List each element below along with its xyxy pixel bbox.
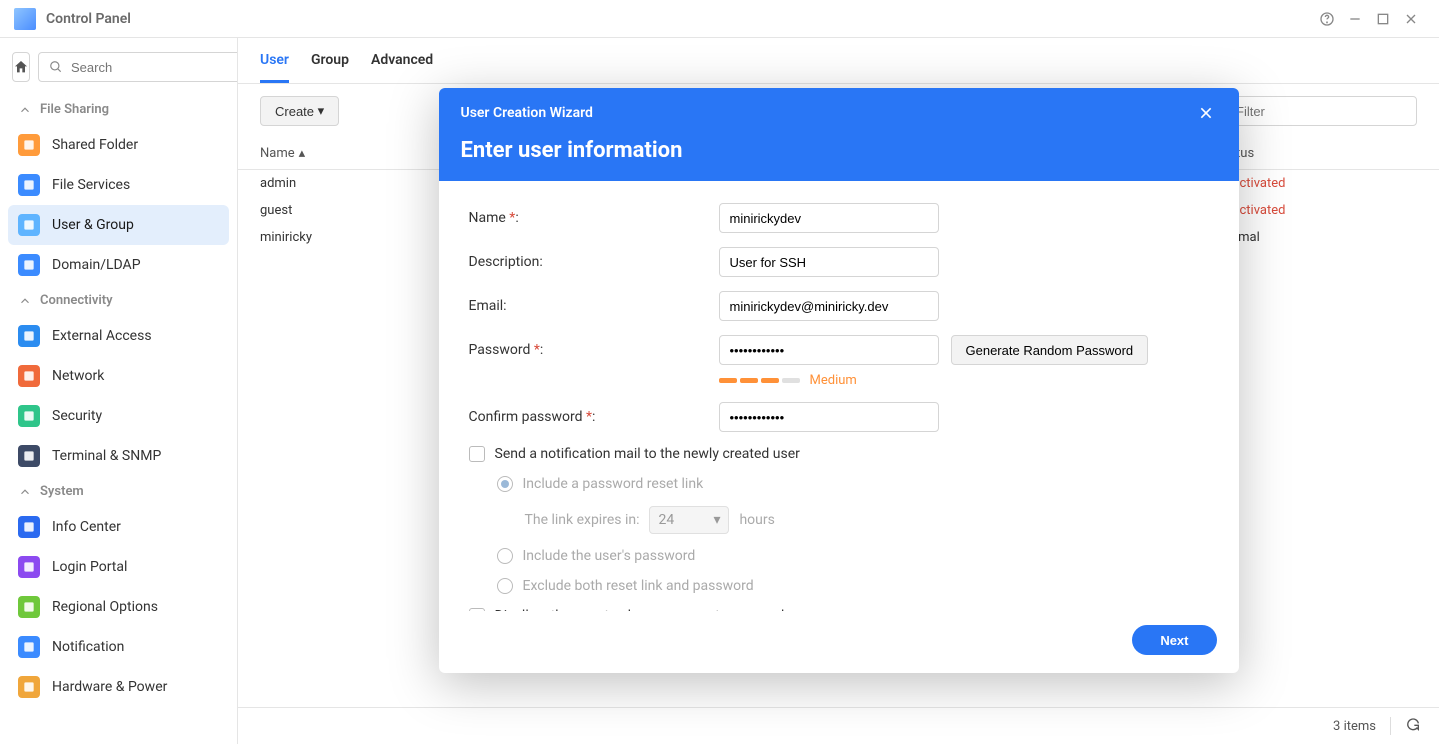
expires-unit: hours [739, 512, 774, 528]
include-reset-label: Include a password reset link [523, 476, 704, 492]
chevron-up-icon [18, 485, 32, 499]
password-input[interactable] [719, 335, 939, 365]
password-strength: Medium [719, 373, 1209, 388]
confirm-label: Confirm password *: [469, 409, 719, 425]
shield-icon [18, 405, 40, 427]
sidebar: File Sharing Shared Folder File Services Us… [0, 38, 238, 744]
sidebar-search[interactable] [38, 52, 238, 82]
sidebar-item-login-portal[interactable]: Login Portal [0, 547, 237, 587]
expires-select: 24▾ [649, 506, 729, 534]
window-title: Control Panel [46, 11, 1313, 27]
description-label: Description: [469, 254, 719, 270]
bell-icon [18, 636, 40, 658]
disallow-change-checkbox[interactable] [469, 608, 485, 611]
chevron-up-icon [18, 103, 32, 117]
home-button[interactable] [12, 52, 30, 82]
exclude-both-label: Exclude both reset link and password [523, 578, 754, 594]
people-icon [18, 214, 40, 236]
sidebar-item-label: Notification [52, 639, 124, 655]
include-password-label: Include the user's password [523, 548, 696, 564]
modal-title: User Creation Wizard [461, 105, 1195, 121]
sidebar-item-label: Info Center [52, 519, 121, 535]
close-window-icon[interactable] [1397, 5, 1425, 33]
link-expires-label: The link expires in: [525, 512, 640, 528]
power-icon [18, 676, 40, 698]
maximize-icon[interactable] [1369, 5, 1397, 33]
link-icon [18, 325, 40, 347]
help-icon[interactable] [1313, 5, 1341, 33]
exclude-both-radio [497, 578, 513, 594]
sidebar-item-label: Regional Options [52, 599, 158, 615]
send-notification-checkbox[interactable] [469, 446, 485, 462]
search-icon [49, 60, 63, 74]
chevron-down-icon: ▾ [713, 512, 720, 528]
cube-icon [18, 254, 40, 276]
terminal-icon [18, 445, 40, 467]
email-label: Email: [469, 298, 719, 314]
search-input[interactable] [71, 60, 238, 75]
sidebar-item-regional-options[interactable]: Regional Options [0, 587, 237, 627]
section-head[interactable]: Connectivity [0, 285, 237, 316]
sidebar-item-label: User & Group [52, 217, 134, 233]
portal-icon [18, 556, 40, 578]
minimize-icon[interactable] [1341, 5, 1369, 33]
disallow-change-label: Disallow the user to change account pass… [495, 608, 785, 611]
sidebar-item-label: Domain/LDAP [52, 257, 141, 273]
next-button[interactable]: Next [1132, 625, 1216, 655]
password-label: Password *: [469, 342, 719, 358]
sidebar-item-terminal-snmp[interactable]: Terminal & SNMP [0, 436, 237, 476]
sidebar-item-label: File Services [52, 177, 130, 193]
main-content: UserGroupAdvanced Create ▾ Name ▴ Status… [238, 38, 1439, 744]
globe-home-icon [18, 365, 40, 387]
region-icon [18, 596, 40, 618]
email-input[interactable] [719, 291, 939, 321]
titlebar: Control Panel [0, 0, 1439, 38]
sidebar-item-network[interactable]: Network [0, 356, 237, 396]
close-icon[interactable] [1195, 102, 1217, 124]
sidebar-item-domain-ldap[interactable]: Domain/LDAP [0, 245, 237, 285]
sidebar-item-label: Terminal & SNMP [52, 448, 161, 464]
sidebar-item-label: Hardware & Power [52, 679, 167, 695]
description-input[interactable] [719, 247, 939, 277]
modal-heading: Enter user information [461, 138, 1217, 163]
sidebar-item-user-group[interactable]: User & Group [8, 205, 229, 245]
info-icon [18, 516, 40, 538]
generate-password-button[interactable]: Generate Random Password [951, 335, 1149, 365]
sidebar-item-info-center[interactable]: Info Center [0, 507, 237, 547]
modal-backdrop: User Creation Wizard Enter user informat… [238, 38, 1439, 744]
include-password-radio [497, 548, 513, 564]
sidebar-item-hardware-power[interactable]: Hardware & Power [0, 667, 237, 707]
sidebar-item-label: Network [52, 368, 104, 384]
sidebar-item-label: Shared Folder [52, 137, 138, 153]
app-icon [14, 8, 36, 30]
sidebar-item-notification[interactable]: Notification [0, 627, 237, 667]
sidebar-item-file-services[interactable]: File Services [0, 165, 237, 205]
sidebar-item-external-access[interactable]: External Access [0, 316, 237, 356]
sidebar-item-security[interactable]: Security [0, 396, 237, 436]
user-creation-wizard: User Creation Wizard Enter user informat… [439, 88, 1239, 673]
chevron-up-icon [18, 294, 32, 308]
sidebar-item-label: Login Portal [52, 559, 127, 575]
file-box-icon [18, 174, 40, 196]
name-input[interactable] [719, 203, 939, 233]
sidebar-item-label: Security [52, 408, 102, 424]
confirm-input[interactable] [719, 402, 939, 432]
sidebar-item-label: External Access [52, 328, 152, 344]
send-notification-label: Send a notification mail to the newly cr… [495, 446, 800, 462]
section-head[interactable]: File Sharing [0, 94, 237, 125]
sidebar-item-shared-folder[interactable]: Shared Folder [0, 125, 237, 165]
include-reset-radio [497, 476, 513, 492]
folder-icon [18, 134, 40, 156]
section-head[interactable]: System [0, 476, 237, 507]
name-label: Name *: [469, 210, 719, 226]
